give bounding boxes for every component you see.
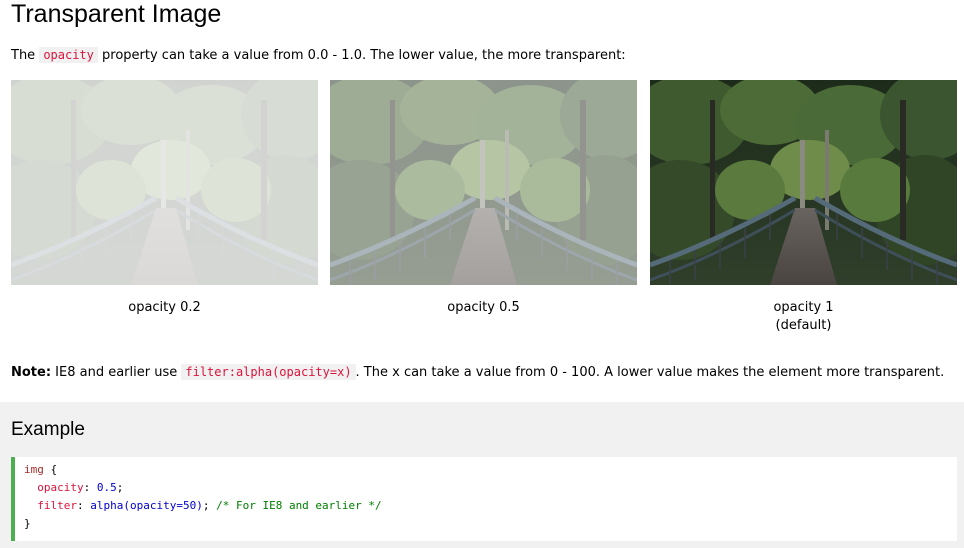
- example-title: Example: [11, 419, 85, 440]
- image-caption: opacity 1 (default): [773, 300, 834, 333]
- bridge-photo: [11, 80, 318, 285]
- code-example: img { opacity: 0.5; filter: alpha(opacit…: [11, 457, 957, 541]
- image-caption: opacity 0.5: [447, 300, 520, 315]
- intro-paragraph: The opacity property can take a value fr…: [11, 47, 626, 63]
- image-caption: opacity 0.2: [128, 300, 201, 315]
- bridge-photo: [330, 80, 637, 285]
- code-line: img {: [24, 463, 58, 476]
- note-paragraph: Note: IE8 and earlier use filter:alpha(o…: [11, 364, 945, 380]
- note-label: Note:: [11, 365, 52, 380]
- filter-code: filter:alpha(opacity=x): [181, 364, 356, 380]
- bridge-image-opacity-1: [650, 80, 957, 285]
- bridge-image-opacity-05: [330, 80, 637, 285]
- bridge-photo: [650, 80, 957, 285]
- code-line: }: [24, 517, 31, 530]
- code-line: opacity: 0.5;: [37, 481, 124, 494]
- page-title: Transparent Image: [11, 0, 222, 28]
- opacity-code: opacity: [39, 47, 98, 63]
- code-line: filter: alpha(opacity=50); /* For IE8 an…: [37, 499, 382, 512]
- bridge-image-opacity-02: [11, 80, 318, 285]
